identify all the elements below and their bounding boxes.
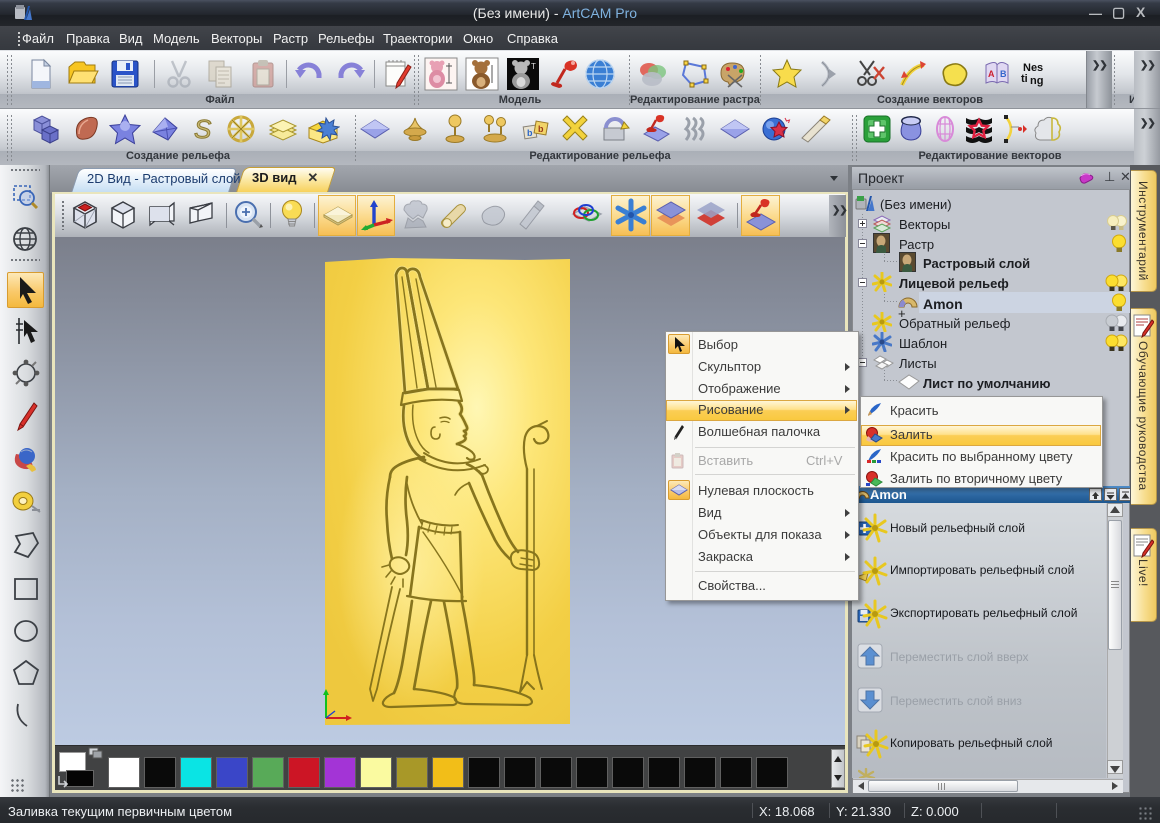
svg-text:T: T	[531, 62, 536, 71]
svg-text:A: A	[988, 69, 995, 79]
svg-text:S: S	[194, 114, 212, 144]
svg-text:b: b	[527, 128, 533, 138]
svg-text:ng: ng	[1030, 75, 1043, 87]
svg-text:B: B	[1000, 69, 1007, 79]
svg-text:ti: ti	[1021, 73, 1028, 85]
svg-text:b: b	[538, 124, 544, 134]
